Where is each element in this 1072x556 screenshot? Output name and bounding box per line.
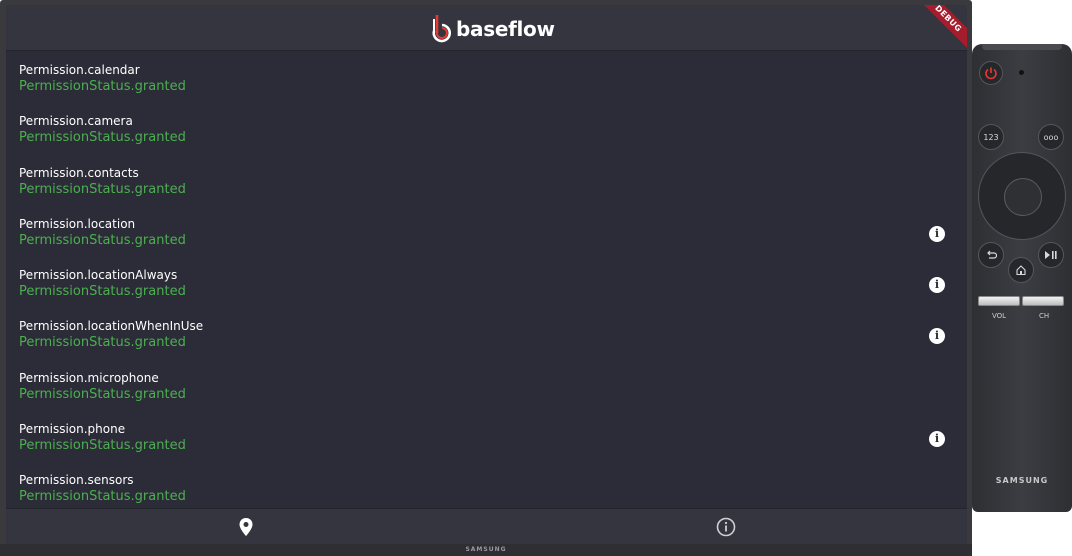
- permission-name: Permission.microphone: [19, 370, 159, 385]
- debug-banner: DEBUG: [914, 5, 967, 53]
- location-pin-icon: [239, 518, 253, 536]
- permission-list-item[interactable]: Permission.calendar PermissionStatus.gran…: [6, 56, 967, 107]
- permission-list-item[interactable]: Permission.locationWhenInUse PermissionSt…: [6, 312, 967, 363]
- permission-status: PermissionStatus.granted: [19, 438, 186, 454]
- baseflow-logo: baseflow: [430, 13, 555, 45]
- permission-name: Permission.sensors: [19, 473, 134, 488]
- device-frame: baseflow DEBUG Permission.calendar Permis…: [0, 0, 1072, 556]
- tv-frame: baseflow DEBUG Permission.calendar Permis…: [0, 0, 972, 556]
- permission-name: Permission.contacts: [19, 165, 139, 180]
- brand-name: baseflow: [456, 17, 555, 41]
- play-pause-icon: [1045, 251, 1057, 259]
- permission-name: Permission.locationAlways: [19, 268, 178, 283]
- info-icon: i: [934, 226, 940, 240]
- baseflow-logo-icon: [432, 15, 452, 43]
- permission-name: Permission.calendar: [19, 63, 140, 77]
- remote-ok-button[interactable]: [1004, 178, 1042, 216]
- remote-number-button[interactable]: 123: [978, 124, 1004, 150]
- permission-info-button[interactable]: i: [929, 431, 945, 448]
- permission-name: Permission.camera: [19, 114, 133, 129]
- permission-list: Permission.calendar PermissionStatus.gran…: [6, 56, 967, 518]
- info-icon: i: [934, 278, 940, 292]
- home-icon: [1016, 265, 1026, 276]
- remote-led: [1019, 70, 1024, 75]
- permission-status: PermissionStatus.granted: [19, 130, 186, 146]
- remote-brand: SAMSUNG: [995, 476, 1049, 485]
- permission-status: PermissionStatus.granted: [19, 386, 186, 402]
- info-icon: i: [934, 432, 940, 446]
- remote-volume-rocker[interactable]: [978, 296, 1020, 306]
- app-screen: baseflow DEBUG Permission.calendar Permis…: [6, 5, 967, 544]
- info-icon: i: [934, 329, 940, 343]
- permission-status: PermissionStatus.granted: [19, 284, 186, 300]
- back-arrow-icon: [987, 250, 997, 259]
- power-icon: [985, 67, 997, 80]
- tv-remote: 123 ooo VOL CH SAMSUNG: [972, 44, 1072, 512]
- info-icon: [716, 517, 736, 537]
- permission-list-item[interactable]: Permission.microphone PermissionStatus.gr…: [6, 364, 967, 415]
- nav-info-button[interactable]: [714, 515, 738, 539]
- permission-status: PermissionStatus.granted: [19, 335, 186, 351]
- remote-more-button[interactable]: ooo: [1038, 124, 1064, 150]
- permission-status: PermissionStatus.granted: [19, 232, 186, 248]
- permission-list-item[interactable]: Permission.camera PermissionStatus.grante…: [6, 107, 967, 158]
- permission-list-item[interactable]: Permission.location PermissionStatus.gran…: [6, 210, 967, 261]
- permission-list-item[interactable]: Permission.locationAlways PermissionStatu…: [6, 261, 967, 312]
- remote-vol-label: VOL: [992, 312, 1007, 320]
- permission-status: PermissionStatus.granted: [19, 79, 186, 94]
- permission-info-button[interactable]: i: [929, 225, 945, 242]
- remote-play-pause-button[interactable]: [1038, 242, 1064, 268]
- permission-status: PermissionStatus.granted: [19, 489, 186, 505]
- remote-ch-label: CH: [1039, 312, 1050, 320]
- permission-name: Permission.phone: [19, 422, 126, 437]
- tv-brand: SAMSUNG: [465, 546, 507, 553]
- remote-top-edge: [982, 44, 1062, 50]
- app-bar: baseflow DEBUG: [6, 5, 967, 53]
- bottom-navigation: [6, 508, 967, 544]
- remote-back-button[interactable]: [978, 242, 1004, 268]
- permission-name: Permission.location: [19, 216, 136, 231]
- remote-power-button[interactable]: [979, 61, 1003, 85]
- remote-home-button[interactable]: [1008, 257, 1034, 283]
- permission-status: PermissionStatus.granted: [19, 181, 186, 197]
- permission-name: Permission.locationWhenInUse: [19, 319, 204, 334]
- remote-channel-rocker[interactable]: [1022, 296, 1064, 306]
- permission-list-item[interactable]: Permission.phone PermissionStatus.granted…: [6, 415, 967, 466]
- nav-location-button[interactable]: [234, 515, 258, 539]
- permission-list-item[interactable]: Permission.contacts PermissionStatus.gran…: [6, 159, 967, 210]
